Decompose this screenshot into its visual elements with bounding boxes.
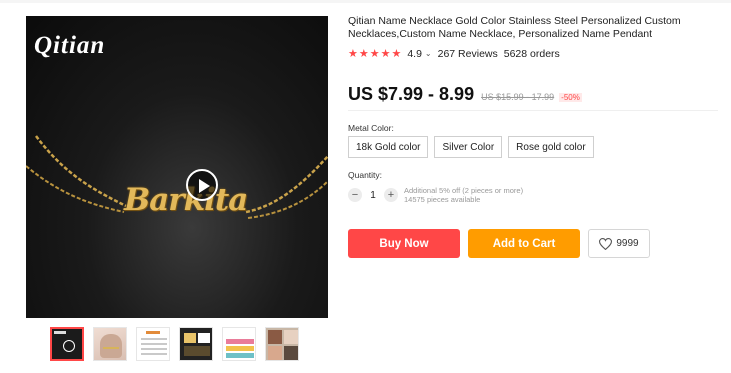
- current-price: US $7.99 - 8.99: [348, 84, 475, 104]
- faq-bar-graphic: [226, 346, 254, 351]
- orders-count: 5628 orders: [503, 47, 560, 60]
- thumbnail-video[interactable]: [50, 327, 84, 361]
- chevron-down-icon[interactable]: ⌄: [425, 49, 432, 58]
- faq-bar-graphic: [226, 353, 254, 358]
- pack-graphic: [184, 333, 196, 343]
- quantity-value[interactable]: 1: [362, 190, 384, 201]
- chart-header-graphic: [146, 331, 160, 334]
- wishlist-count: 9999: [616, 238, 639, 249]
- chart-row-graphic: [141, 338, 167, 340]
- play-video-button[interactable]: [186, 169, 218, 201]
- pack-graphic: [184, 346, 210, 356]
- chain-graphic: [103, 347, 119, 349]
- chart-row-graphic: [141, 348, 167, 350]
- option-silver[interactable]: Silver Color: [434, 136, 503, 158]
- quantity-label: Quantity:: [348, 170, 383, 180]
- wishlist-button[interactable]: 9999: [588, 229, 650, 258]
- photo-graphic: [284, 330, 298, 344]
- thumbnail-collage[interactable]: [265, 327, 299, 361]
- pack-graphic: [198, 333, 210, 343]
- discount-badge: -50%: [559, 93, 582, 102]
- divider: [348, 110, 718, 111]
- option-rose-gold[interactable]: Rose gold color: [508, 136, 594, 158]
- photo-graphic: [268, 346, 282, 360]
- quantity-note: Additional 5% off (2 pieces or more) 145…: [404, 186, 523, 204]
- main-product-image[interactable]: Qitian Barkita: [26, 16, 328, 318]
- logo-icon: [54, 331, 66, 334]
- brand-logo: Qitian: [34, 32, 106, 59]
- product-title: Qitian Name Necklace Gold Color Stainles…: [348, 15, 681, 40]
- play-icon: [199, 179, 210, 193]
- model-neck-graphic: [100, 334, 122, 358]
- option-18k-gold[interactable]: 18k Gold color: [348, 136, 429, 158]
- add-to-cart-button[interactable]: Add to Cart: [468, 229, 580, 258]
- price-row: US $7.99 - 8.99 US $15.99 - 17.99 -50%: [348, 84, 720, 105]
- heart-icon: [599, 237, 613, 250]
- play-icon: [63, 340, 75, 352]
- chart-row-graphic: [141, 353, 167, 355]
- buy-now-button[interactable]: Buy Now: [348, 229, 460, 258]
- original-price: US $15.99 - 17.99: [481, 92, 555, 102]
- star-rating-icon: ★★★★★: [348, 48, 403, 60]
- action-buttons: Buy Now Add to Cart 9999: [348, 229, 650, 258]
- necklace-chain-graphic: [26, 135, 328, 219]
- top-bar: [0, 0, 731, 3]
- thumbnail-packaging[interactable]: [179, 327, 213, 361]
- metal-color-label: Metal Color:: [348, 123, 394, 133]
- metal-color-options: 18k Gold color Silver Color Rose gold co…: [348, 136, 594, 158]
- thumbnail-faq[interactable]: [222, 327, 256, 361]
- rating-value[interactable]: 4.9: [407, 48, 422, 60]
- rating-row: ★★★★★ 4.9 ⌄ 267 Reviews 5628 orders: [348, 47, 560, 61]
- quantity-decrease-button[interactable]: −: [348, 188, 362, 202]
- reviews-link[interactable]: 267 Reviews: [438, 48, 498, 60]
- photo-graphic: [268, 330, 282, 344]
- stock-available: 14575 pieces available: [404, 195, 481, 204]
- quantity-stepper: − 1 + Additional 5% off (2 pieces or mor…: [348, 186, 523, 204]
- thumbnail-model[interactable]: [93, 327, 127, 361]
- chart-row-graphic: [141, 343, 167, 345]
- thumbnail-size-chart[interactable]: [136, 327, 170, 361]
- quantity-increase-button[interactable]: +: [384, 188, 398, 202]
- faq-bar-graphic: [226, 339, 254, 344]
- bulk-discount-note: Additional 5% off (2 pieces or more): [404, 186, 524, 195]
- thumbnail-strip: [50, 327, 299, 361]
- photo-graphic: [284, 346, 298, 360]
